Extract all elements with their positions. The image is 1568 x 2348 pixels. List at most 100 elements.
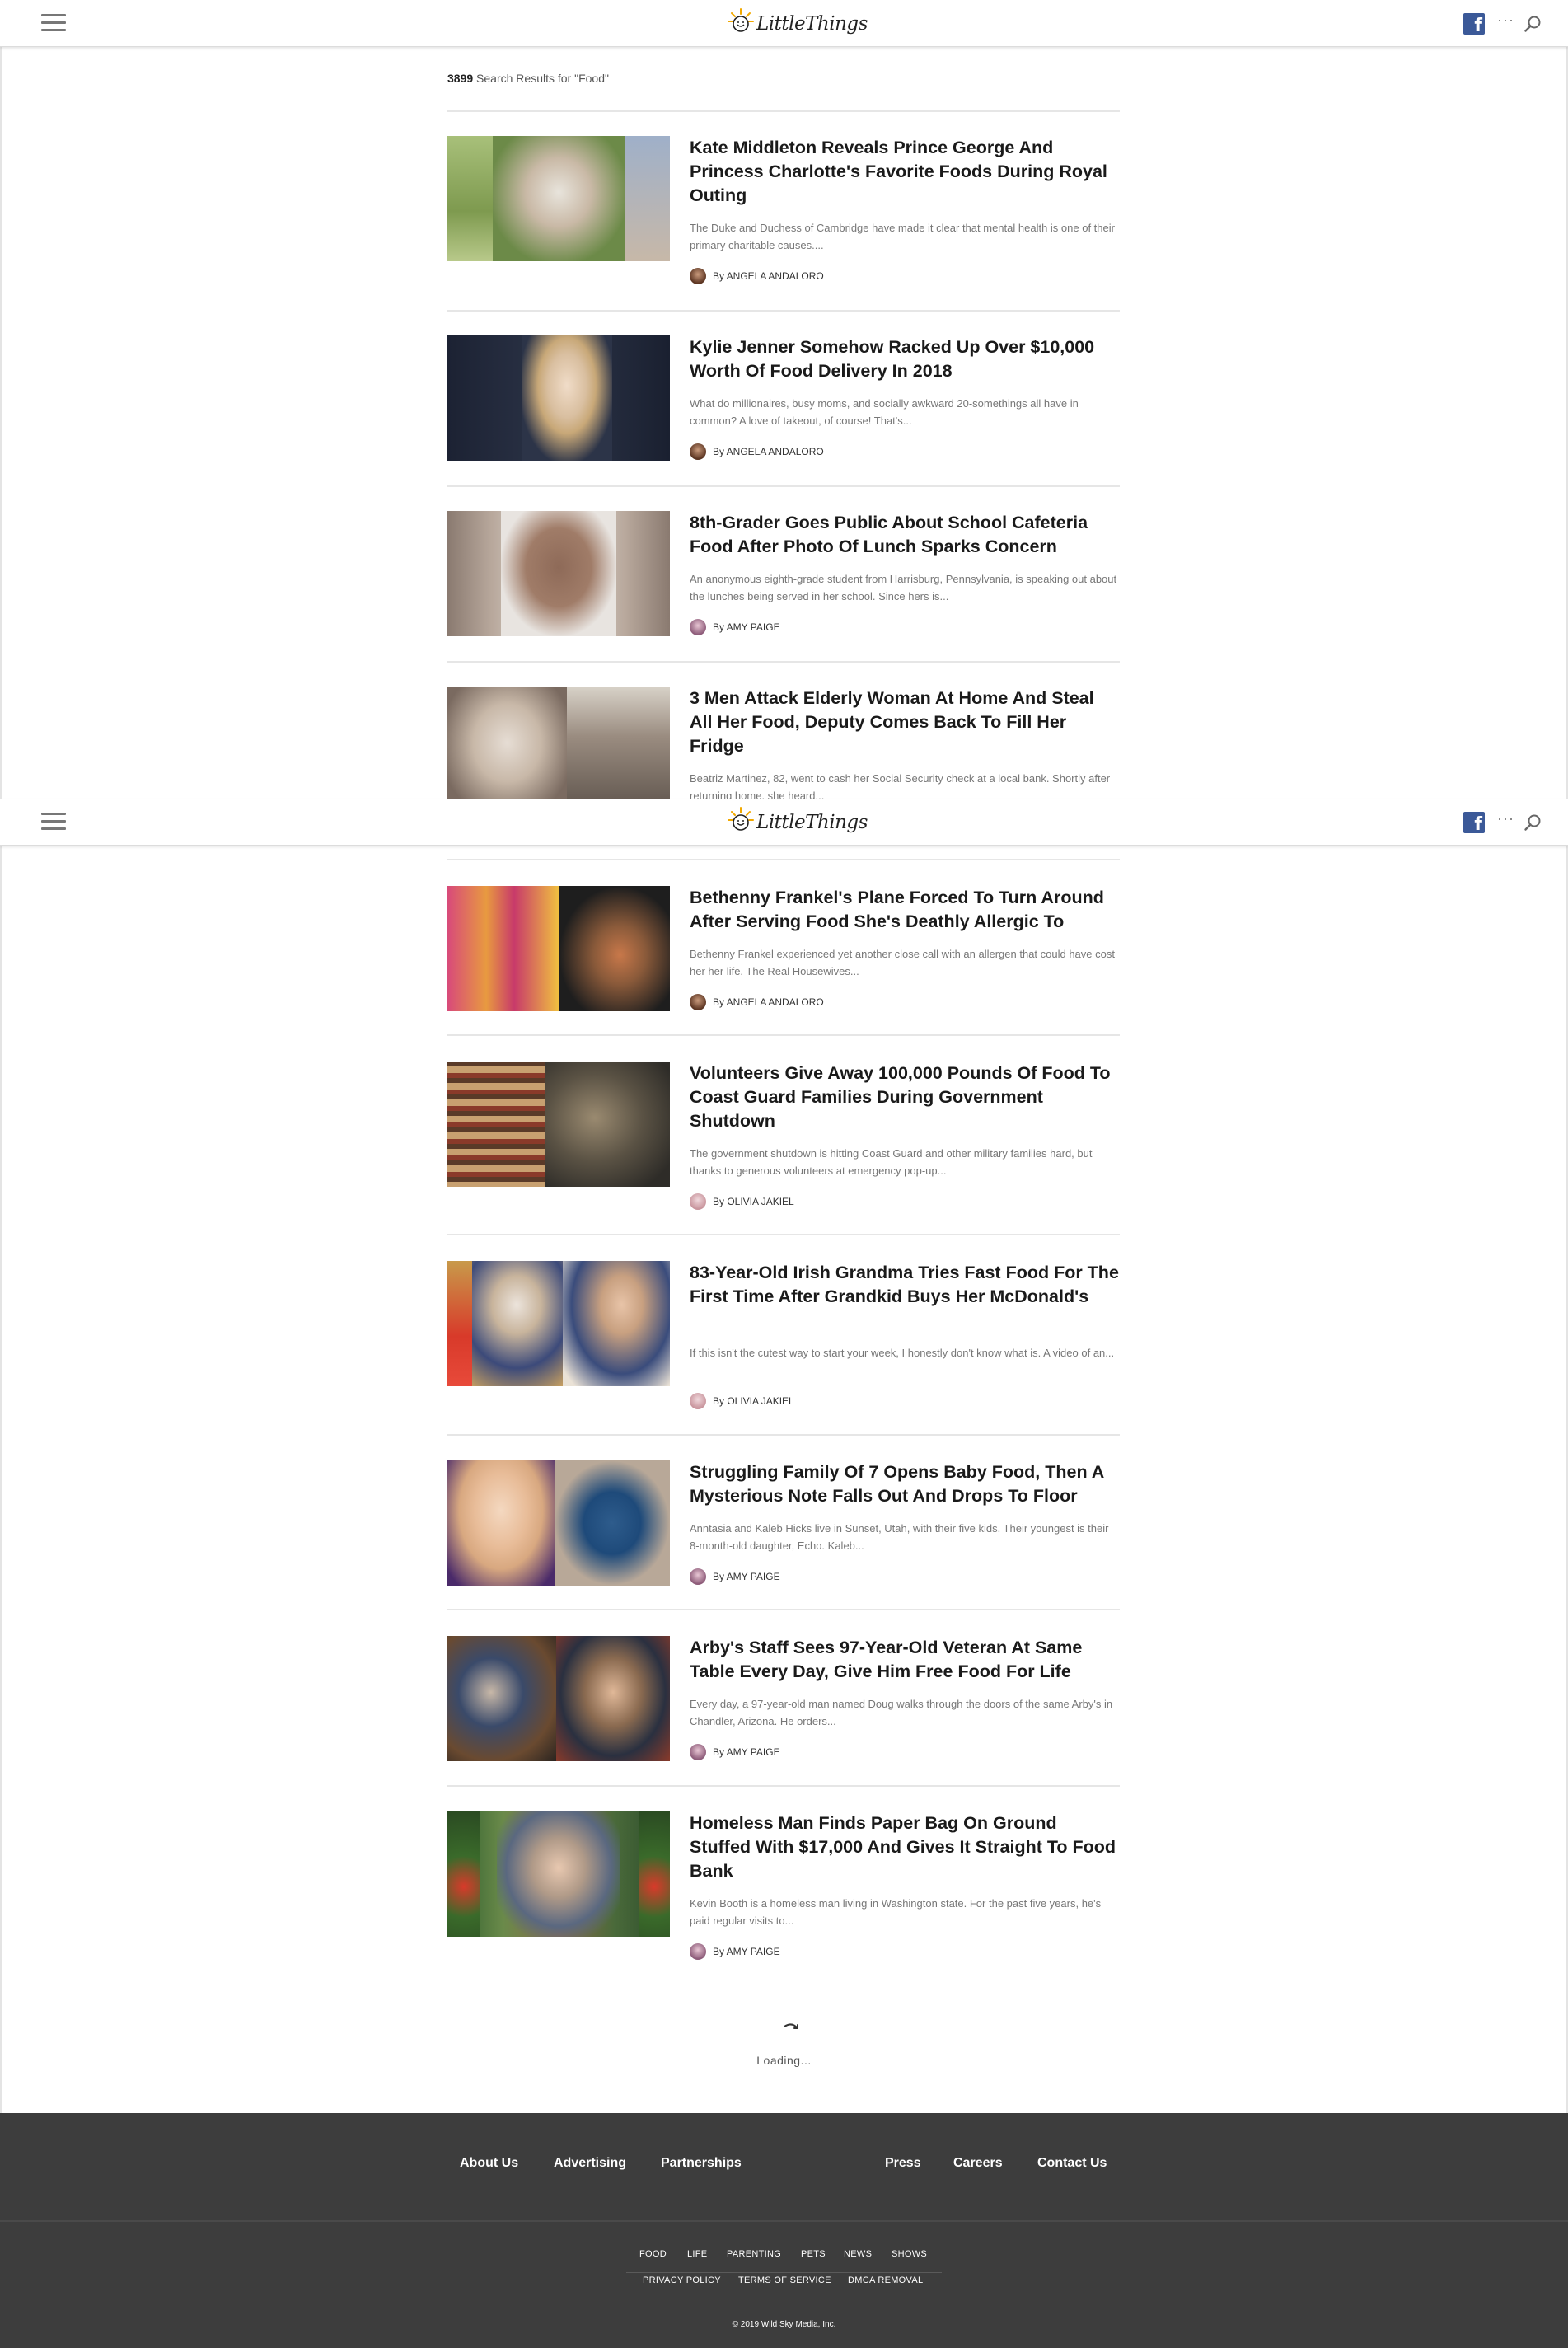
footer-divider [0,2220,1568,2222]
author-name: By AMY PAIGE [713,1946,780,1957]
article-excerpt: The government shutdown is hitting Coast… [690,1147,1093,1177]
author-name: By ANGELA ANDALORO [713,996,824,1008]
article-excerpt: Anntasia and Kaleb Hicks live in Sunset,… [690,1522,1109,1552]
article-card[interactable]: Kate Middleton Reveals Prince George And… [447,136,1120,284]
divider [447,1034,1120,1036]
footer-category-parenting[interactable]: PARENTING [727,2249,781,2259]
author-name: By ANGELA ANDALORO [713,270,824,282]
footer-category-life[interactable]: LIFE [687,2249,707,2259]
logo-text: LittleThings [756,812,868,833]
author-name: By ANGELA ANDALORO [713,446,824,457]
page-frame [0,0,1568,2113]
article-excerpt: Kevin Booth is a homeless man living in … [690,1897,1102,1927]
article-byline[interactable]: By AMY PAIGE [690,619,780,635]
author-avatar [690,1744,706,1760]
footer-link-dmca[interactable]: DMCA REMOVAL [848,2275,923,2285]
article-title[interactable]: Kate Middleton Reveals Prince George And… [690,136,1120,208]
article-thumbnail[interactable] [447,886,670,1011]
author-avatar [690,1943,706,1960]
site-logo[interactable]: LittleThings [725,804,868,840]
author-name: By OLIVIA JAKIEL [713,1196,794,1207]
divider [447,661,1120,663]
footer-link-about[interactable]: About Us [460,2156,518,2171]
article-card[interactable]: Arby's Staff Sees 97-Year-Old Veteran At… [447,1636,1120,1764]
article-card[interactable]: Volunteers Give Away 100,000 Pounds Of F… [447,1062,1120,1210]
article-title[interactable]: 8th-Grader Goes Public About School Cafe… [690,511,1120,559]
footer-link-contact[interactable]: Contact Us [1037,2156,1107,2171]
article-excerpt: Bethenny Frankel experienced yet another… [690,948,1115,977]
more-icon[interactable]: ··· [1497,12,1514,29]
article-title[interactable]: Bethenny Frankel's Plane Forced To Turn … [690,886,1120,934]
article-byline[interactable]: By ANGELA ANDALORO [690,443,824,460]
sun-icon [728,8,754,32]
article-title[interactable]: Arby's Staff Sees 97-Year-Old Veteran At… [690,1636,1120,1684]
more-icon[interactable]: ··· [1497,810,1514,827]
footer-divider-small [626,2272,942,2273]
article-thumbnail[interactable] [447,511,670,636]
article-byline[interactable]: By OLIVIA JAKIEL [690,1193,794,1210]
article-card[interactable]: Homeless Man Finds Paper Bag On Ground S… [447,1811,1120,1960]
divider [447,859,1120,860]
menu-icon[interactable] [41,813,66,831]
facebook-icon[interactable]: f [1463,812,1485,835]
article-title[interactable]: 3 Men Attack Elderly Woman At Home And S… [690,687,1120,758]
article-thumbnail[interactable] [447,1811,670,1937]
article-byline[interactable]: By ANGELA ANDALORO [690,994,824,1010]
divider [447,1234,1120,1235]
article-title[interactable]: Struggling Family Of 7 Opens Baby Food, … [690,1460,1120,1508]
site-header-sticky: LittleThings f ··· [0,799,1568,846]
loading-spinner-icon [784,2023,798,2029]
article-thumbnail[interactable] [447,136,670,261]
results-count: 3899 Search Results for "Food" [447,72,609,85]
article-thumbnail[interactable] [447,687,670,812]
author-avatar [690,1568,706,1585]
footer-category-food[interactable]: FOOD [639,2249,667,2259]
article-excerpt: If this isn't the cutest way to start yo… [690,1347,1115,1359]
footer-link-advertising[interactable]: Advertising [554,2156,626,2171]
article-title[interactable]: Kylie Jenner Somehow Racked Up Over $10,… [690,335,1120,383]
article-byline[interactable]: By AMY PAIGE [690,1568,780,1585]
article-title[interactable]: Volunteers Give Away 100,000 Pounds Of F… [690,1062,1120,1133]
article-thumbnail[interactable] [447,1460,670,1586]
article-thumbnail[interactable] [447,1062,670,1187]
loading-text: Loading... [756,2054,812,2067]
article-title[interactable]: 83-Year-Old Irish Grandma Tries Fast Foo… [690,1261,1120,1309]
author-avatar [690,1393,706,1409]
results-label: Search Results for "Food" [476,72,609,85]
article-card[interactable]: 3 Men Attack Elderly Woman At Home And S… [447,687,1120,814]
footer-category-shows[interactable]: SHOWS [892,2249,927,2259]
article-card[interactable]: 8th-Grader Goes Public About School Cafe… [447,511,1120,639]
article-thumbnail[interactable] [447,335,670,461]
site-header: LittleThings f ··· [0,0,1568,47]
sun-icon [728,807,754,831]
article-thumbnail[interactable] [447,1636,670,1761]
facebook-icon[interactable]: f [1463,13,1485,36]
article-byline[interactable]: By AMY PAIGE [690,1943,780,1960]
article-excerpt: Every day, a 97-year-old man named Doug … [690,1698,1113,1727]
article-title[interactable]: Homeless Man Finds Paper Bag On Ground S… [690,1811,1120,1883]
search-icon[interactable] [1524,15,1542,33]
article-thumbnail[interactable] [447,1261,670,1386]
author-avatar [690,443,706,460]
footer-link-press[interactable]: Press [885,2156,921,2171]
article-byline[interactable]: By ANGELA ANDALORO [690,268,824,284]
author-name: By AMY PAIGE [713,1571,780,1582]
article-card[interactable]: Struggling Family Of 7 Opens Baby Food, … [447,1460,1120,1588]
divider [447,110,1120,112]
article-byline[interactable]: By AMY PAIGE [690,1744,780,1760]
article-card[interactable]: 83-Year-Old Irish Grandma Tries Fast Foo… [447,1261,1120,1409]
footer-category-pets[interactable]: PETS [801,2249,826,2259]
footer-link-privacy[interactable]: PRIVACY POLICY [643,2275,721,2285]
divider [447,1609,1120,1610]
footer-link-partnerships[interactable]: Partnerships [661,2156,742,2171]
article-card[interactable]: Kylie Jenner Somehow Racked Up Over $10,… [447,335,1120,463]
footer-link-careers[interactable]: Careers [953,2156,1003,2171]
search-icon[interactable] [1524,813,1542,832]
article-byline[interactable]: By OLIVIA JAKIEL [690,1393,794,1409]
site-logo[interactable]: LittleThings [725,5,868,41]
footer-link-terms[interactable]: TERMS OF SERVICE [738,2275,831,2285]
divider [447,1434,1120,1436]
article-card[interactable]: Bethenny Frankel's Plane Forced To Turn … [447,886,1120,1014]
footer-category-news[interactable]: NEWS [844,2249,872,2259]
menu-icon[interactable] [41,14,66,32]
